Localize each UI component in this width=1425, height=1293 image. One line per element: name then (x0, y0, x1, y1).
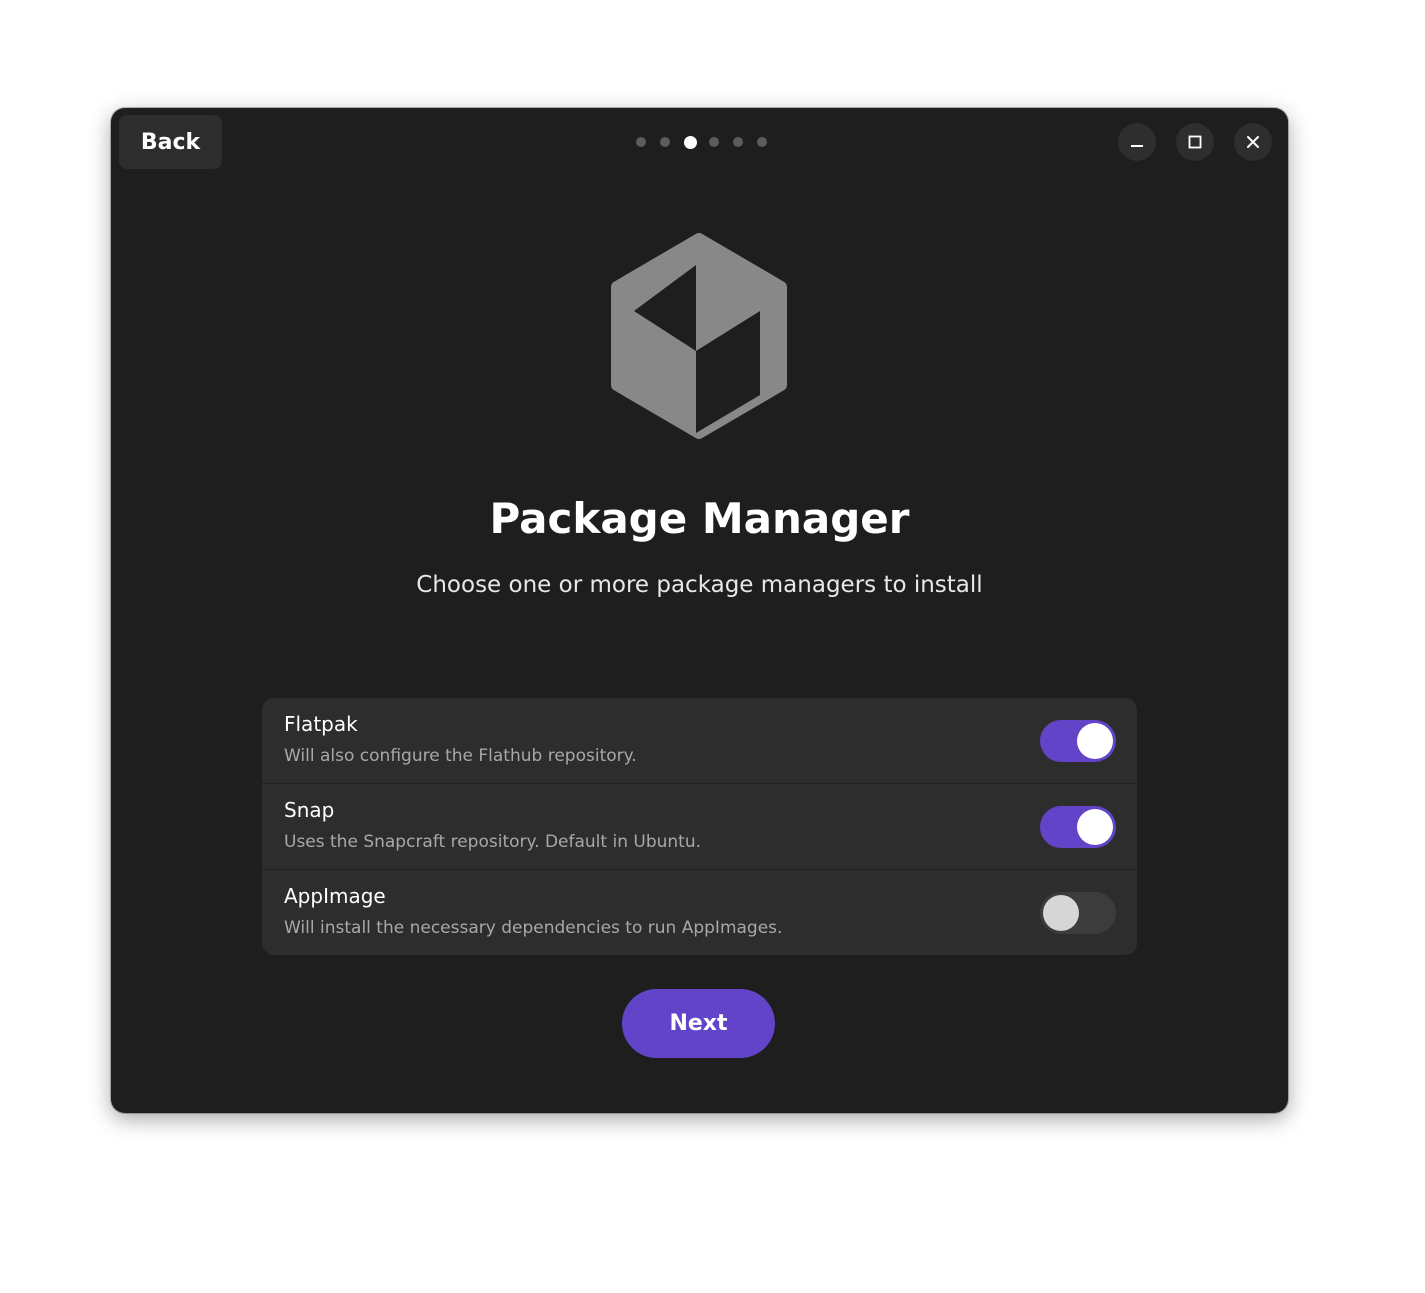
maximize-icon (1188, 135, 1202, 149)
next-button[interactable]: Next (622, 989, 775, 1058)
option-title: AppImage (284, 884, 386, 908)
minimize-button[interactable] (1118, 123, 1156, 161)
back-button[interactable]: Back (119, 115, 222, 169)
page-title: Package Manager (489, 494, 910, 543)
option-description: Will install the necessary dependencies … (284, 918, 783, 938)
option-description: Uses the Snapcraft repository. Default i… (284, 832, 701, 852)
page-dot-3-active[interactable] (684, 135, 697, 149)
minimize-icon (1131, 145, 1143, 147)
page-subtitle: Choose one or more package managers to i… (416, 572, 983, 598)
option-title: Snap (284, 798, 335, 822)
option-description: Will also configure the Flathub reposito… (284, 746, 637, 766)
appimage-toggle[interactable] (1040, 892, 1116, 934)
package-cube-icon (611, 233, 787, 439)
page-dot-5[interactable] (733, 137, 743, 147)
page-dot-2[interactable] (660, 137, 670, 147)
option-row-flatpak[interactable]: Flatpak Will also configure the Flathub … (262, 698, 1137, 784)
snap-toggle[interactable] (1040, 806, 1116, 848)
page-dot-4[interactable] (709, 137, 719, 147)
option-row-appimage[interactable]: AppImage Will install the necessary depe… (262, 870, 1137, 955)
page-dot-6[interactable] (757, 137, 767, 147)
toggle-knob (1043, 895, 1079, 931)
flatpak-toggle[interactable] (1040, 720, 1116, 762)
installer-window: Back Package Manager Choose one or more … (111, 108, 1288, 1113)
option-title: Flatpak (284, 712, 358, 736)
package-manager-list: Flatpak Will also configure the Flathub … (262, 698, 1137, 955)
option-row-snap[interactable]: Snap Uses the Snapcraft repository. Defa… (262, 784, 1137, 870)
close-icon (1247, 136, 1259, 148)
maximize-button[interactable] (1176, 123, 1214, 161)
toggle-knob (1077, 723, 1113, 759)
toggle-knob (1077, 809, 1113, 845)
page-dot-1[interactable] (636, 137, 646, 147)
page-indicator (636, 130, 781, 154)
close-button[interactable] (1234, 123, 1272, 161)
